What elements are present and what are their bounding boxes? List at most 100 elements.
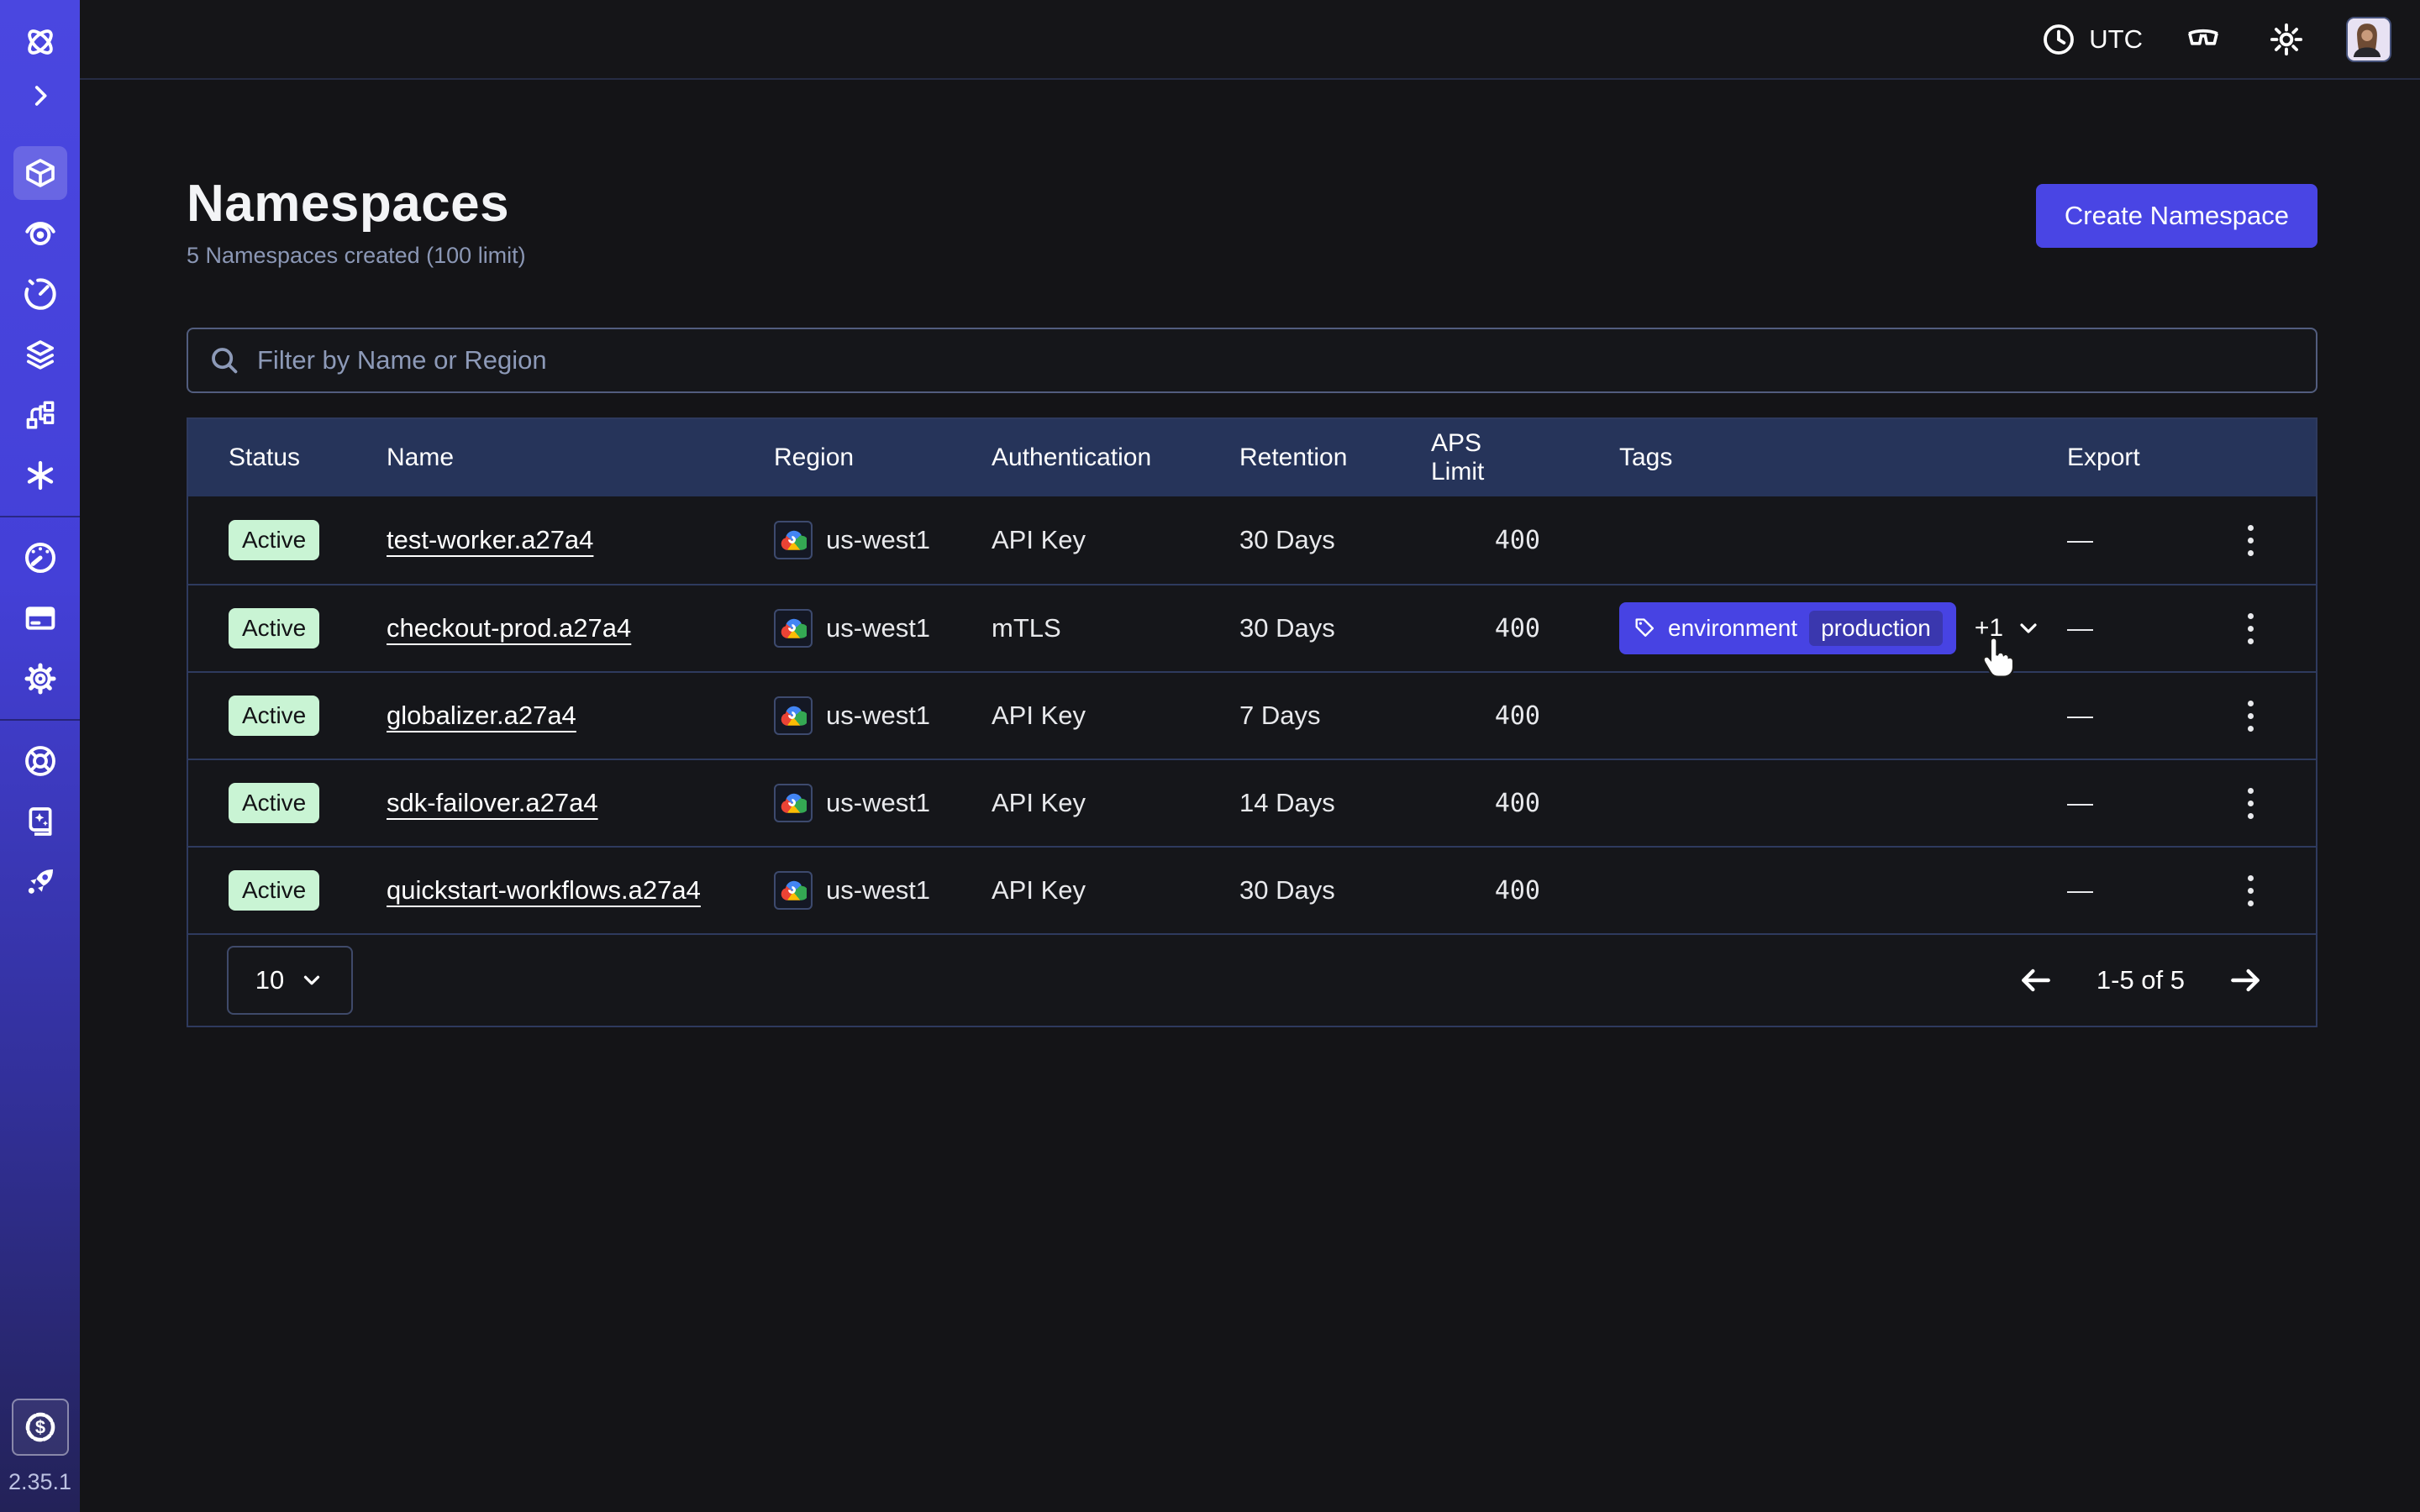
sidebar-item-getting-started[interactable] <box>13 855 67 909</box>
row-menu-button[interactable] <box>2225 690 2275 741</box>
sidebar-item-deployments[interactable] <box>13 388 67 442</box>
row-menu-button[interactable] <box>2225 515 2275 565</box>
name-cell: sdk-failover.a27a4 <box>387 788 774 818</box>
namespace-link[interactable]: sdk-failover.a27a4 <box>387 788 598 817</box>
region-label: us-west1 <box>826 701 930 731</box>
header-tags: Tags <box>1540 444 2067 472</box>
namespace-link[interactable]: checkout-prod.a27a4 <box>387 613 631 643</box>
namespace-link[interactable]: test-worker.a27a4 <box>387 525 593 554</box>
sidebar-item-namespaces[interactable] <box>13 146 67 200</box>
status-cell: Active <box>229 608 387 648</box>
arrow-right-icon <box>2227 962 2264 999</box>
export-cell: — <box>2067 875 2218 906</box>
tags-cell: environment production +1 <box>1540 602 2067 654</box>
gcp-cloud-glyph <box>780 530 807 551</box>
tag-more-count: +1 <box>1975 614 2003 643</box>
gcp-logo-icon <box>774 521 813 559</box>
table-row: Activecheckout-prod.a27a4us-west1mTLS30 … <box>188 584 2316 671</box>
layers-icon <box>24 338 57 371</box>
retention-cell: 7 Days <box>1239 701 1431 731</box>
chevron-down-icon[interactable] <box>2015 615 2042 642</box>
main-content: Namespaces 5 Namespaces created (100 lim… <box>80 81 2420 1512</box>
region-cell: us-west1 <box>774 696 992 735</box>
tag-pill[interactable]: environment production <box>1619 602 1956 654</box>
sidebar-item-nexus[interactable] <box>13 449 67 502</box>
actions-cell <box>2218 865 2282 916</box>
sidebar-item-schedules[interactable] <box>13 267 67 321</box>
retention-cell: 30 Days <box>1239 875 1431 906</box>
radar-icon <box>24 217 57 250</box>
labs-glasses-button[interactable] <box>2180 20 2227 59</box>
sidebar-item-usage[interactable] <box>13 531 67 585</box>
export-cell: — <box>2067 788 2218 818</box>
name-cell: quickstart-workflows.a27a4 <box>387 875 774 906</box>
status-badge: Active <box>229 608 319 648</box>
status-cell: Active <box>229 870 387 911</box>
tag-value: production <box>1809 611 1943 646</box>
region-cell: us-west1 <box>774 609 992 648</box>
tag-key: environment <box>1668 615 1797 642</box>
aps-limit-cell: 400 <box>1495 614 1540 643</box>
page-size-select[interactable]: 10 <box>227 946 353 1015</box>
sidebar-expand-button[interactable] <box>0 69 80 123</box>
retention-cell: 14 Days <box>1239 788 1431 818</box>
sidebar-credits-button[interactable]: $ <box>12 1399 69 1456</box>
sidebar-item-batch-operations[interactable] <box>13 328 67 381</box>
header-aps-limit: APS Limit <box>1431 429 1540 486</box>
row-menu-button[interactable] <box>2225 865 2275 916</box>
page-size-value: 10 <box>255 965 284 995</box>
aps-limit-cell: 400 <box>1495 526 1540 555</box>
timer-icon <box>24 277 57 311</box>
table-row: Activequickstart-workflows.a27a4us-west1… <box>188 846 2316 933</box>
region-cell: us-west1 <box>774 521 992 559</box>
name-cell: globalizer.a27a4 <box>387 701 774 731</box>
version-label: 2.35.1 <box>8 1469 71 1495</box>
gcp-cloud-glyph <box>780 618 807 639</box>
sidebar-item-settings[interactable] <box>13 652 67 706</box>
filter-input[interactable] <box>255 344 2296 376</box>
sidebar-item-docs[interactable] <box>13 795 67 848</box>
page-title: Namespaces <box>187 176 526 233</box>
user-avatar[interactable] <box>2346 17 2391 62</box>
table-header-row: Status Name Region Authentication Retent… <box>188 419 2316 496</box>
clock-icon <box>2042 23 2075 56</box>
actions-cell <box>2218 690 2282 741</box>
gcp-cloud-glyph <box>780 706 807 727</box>
status-cell: Active <box>229 696 387 736</box>
gcp-cloud-glyph <box>780 880 807 901</box>
create-namespace-button[interactable]: Create Namespace <box>2036 184 2317 248</box>
sidebar: $ 2.35.1 <box>0 0 80 1512</box>
table-row: Activeglobalizer.a27a4us-west1API Key7 D… <box>188 671 2316 759</box>
row-menu-button[interactable] <box>2225 603 2275 654</box>
page-subtitle: 5 Namespaces created (100 limit) <box>187 243 526 269</box>
actions-cell <box>2218 778 2282 828</box>
header-export: Export <box>2067 444 2218 472</box>
sidebar-item-insights[interactable] <box>13 207 67 260</box>
theme-toggle-button[interactable] <box>2264 21 2309 58</box>
table-row: Activesdk-failover.a27a4us-west1API Key1… <box>188 759 2316 846</box>
badge-dollar-icon: $ <box>23 1410 58 1445</box>
region-label: us-west1 <box>826 788 930 818</box>
timezone-selector[interactable]: UTC <box>2042 23 2143 56</box>
namespaces-table: Status Name Region Authentication Retent… <box>187 417 2317 1027</box>
region-label: us-west1 <box>826 613 930 643</box>
authentication-cell: API Key <box>992 788 1239 818</box>
gcp-cloud-glyph <box>780 793 807 814</box>
namespace-link[interactable]: quickstart-workflows.a27a4 <box>387 875 701 905</box>
region-cell: us-west1 <box>774 784 992 822</box>
chevron-down-icon <box>299 968 324 993</box>
authentication-cell: mTLS <box>992 613 1239 643</box>
header-retention: Retention <box>1239 444 1431 472</box>
namespace-link[interactable]: globalizer.a27a4 <box>387 701 576 730</box>
row-menu-button[interactable] <box>2225 778 2275 828</box>
prev-page-button[interactable] <box>2012 961 2060 1000</box>
next-page-button[interactable] <box>2222 961 2269 1000</box>
tag-icon <box>1633 617 1656 640</box>
aps-limit-cell: 400 <box>1495 789 1540 818</box>
sidebar-item-billing[interactable] <box>13 591 67 645</box>
name-cell: test-worker.a27a4 <box>387 525 774 555</box>
authentication-cell: API Key <box>992 525 1239 555</box>
aps-limit-cell: 400 <box>1495 876 1540 906</box>
aps-limit-cell: 400 <box>1495 701 1540 731</box>
sidebar-item-support[interactable] <box>13 734 67 788</box>
